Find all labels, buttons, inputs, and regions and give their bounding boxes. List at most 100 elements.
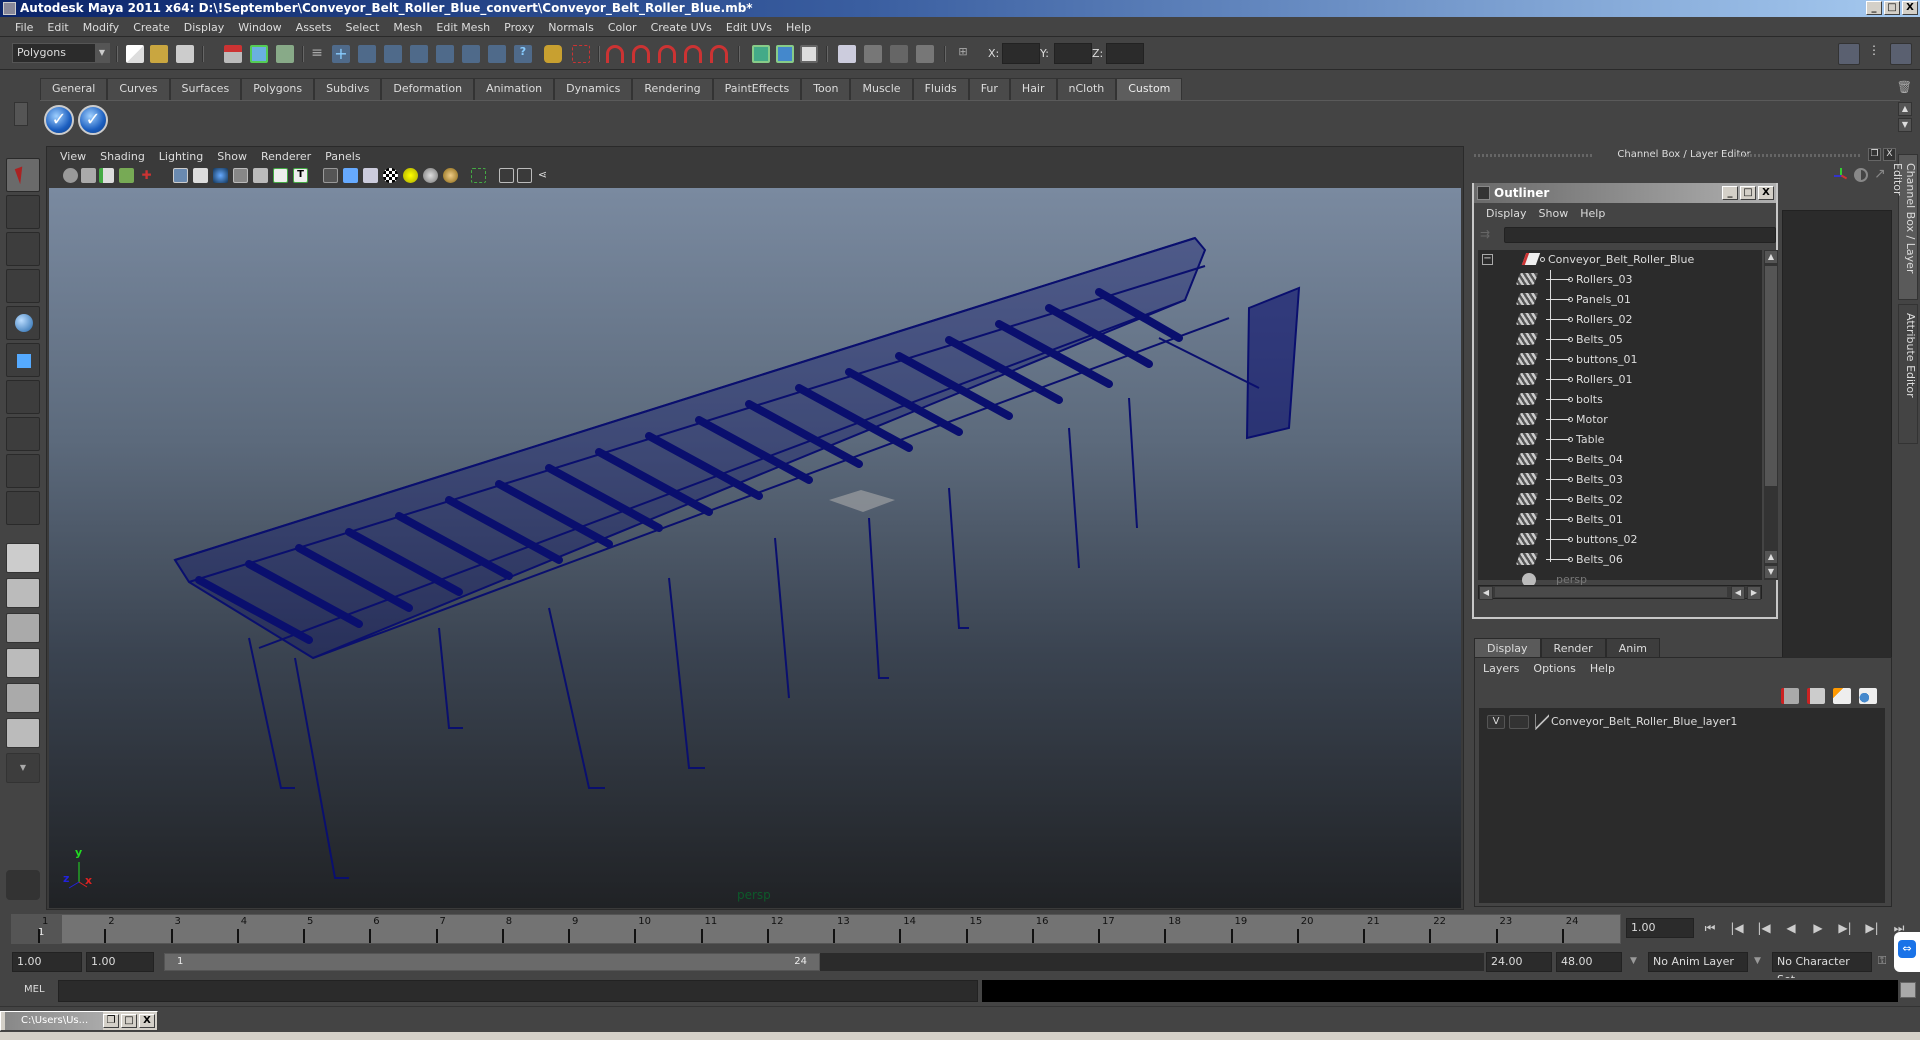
close-button[interactable]: X	[139, 1014, 155, 1028]
soft-modification-icon[interactable]	[6, 417, 40, 451]
four-pane-layout-icon[interactable]	[6, 578, 40, 608]
snap-point-icon[interactable]	[384, 45, 402, 63]
make-live-icon[interactable]	[436, 45, 454, 63]
menu-edit-mesh[interactable]: Edit Mesh	[429, 21, 497, 34]
smooth-shade-icon[interactable]	[343, 168, 358, 183]
maximize-button[interactable]: □	[121, 1014, 137, 1028]
film-gate-icon[interactable]	[193, 168, 208, 183]
character-set-dropdown[interactable]: No Character Set	[1772, 952, 1872, 986]
3d-viewport[interactable]: y x z persp	[49, 188, 1461, 908]
shelf-scroll-down-icon[interactable]: ▼	[1898, 118, 1912, 132]
show-manipulator-icon[interactable]	[6, 454, 40, 488]
history-icon[interactable]	[462, 45, 480, 63]
script-editor-icon[interactable]	[1900, 982, 1916, 998]
last-tool-icon[interactable]	[6, 491, 40, 525]
menu-assets[interactable]: Assets	[289, 21, 339, 34]
outliner-item[interactable]: Rollers_03	[1478, 270, 1758, 290]
scroll-thumb[interactable]	[1765, 266, 1777, 486]
clapper-icon[interactable]	[890, 45, 908, 63]
chevron-down-icon[interactable]: ▼	[1754, 956, 1761, 966]
gate-mask-icon[interactable]	[233, 168, 248, 183]
shelf-tab-ncloth[interactable]: nCloth	[1056, 78, 1117, 100]
menu-normals[interactable]: Normals	[541, 21, 601, 34]
layer-row[interactable]: V Conveyor_Belt_Roller_Blue_layer1	[1479, 712, 1885, 732]
select-component-icon[interactable]	[276, 45, 294, 63]
outliner-item[interactable]: bolts	[1478, 390, 1758, 410]
shelf-tab-painteffects[interactable]: PaintEffects	[712, 78, 802, 100]
shelf-tab-toon[interactable]: Toon	[801, 78, 851, 100]
mel-input[interactable]	[58, 980, 978, 1002]
z-field[interactable]	[1106, 43, 1144, 64]
float-panel-button[interactable]: ❐	[1868, 148, 1881, 161]
outliner-menu-help[interactable]: Help	[1576, 207, 1613, 220]
current-time-marker[interactable]: 1	[12, 915, 62, 943]
menu-select[interactable]: Select	[338, 21, 386, 34]
layer-color-swatch[interactable]	[1535, 714, 1549, 730]
step-forward-key-button[interactable]: ▶|	[1833, 918, 1857, 938]
viewport-menu-shading[interactable]: Shading	[93, 150, 152, 163]
grid-icon[interactable]	[173, 168, 188, 183]
select-hierarchy-icon[interactable]	[224, 45, 242, 63]
move-layer-up-icon[interactable]	[1781, 688, 1799, 704]
teamviewer-widget[interactable]: ⇔	[1894, 932, 1920, 972]
share-icon[interactable]: ⋖	[535, 168, 550, 183]
shelf-menu-icon[interactable]	[14, 102, 28, 126]
play-forwards-button[interactable]: ▶	[1806, 918, 1830, 938]
menu-set-dropdown[interactable]: Polygons ▼	[12, 43, 110, 63]
hypershade-persp-layout-icon[interactable]	[6, 683, 40, 713]
close-panel-button[interactable]: X	[1883, 148, 1896, 161]
outliner-menu-show[interactable]: Show	[1535, 207, 1577, 220]
save-scene-icon[interactable]	[176, 45, 194, 63]
scroll-left-icon[interactable]: ◀	[1731, 586, 1745, 600]
scroll-down-icon[interactable]: ▼	[1764, 565, 1778, 579]
shadows-icon[interactable]	[443, 168, 458, 183]
shelf-tab-subdivs[interactable]: Subdivs	[314, 78, 382, 100]
render-view-icon[interactable]	[838, 45, 856, 63]
scroll-thumb[interactable]	[1495, 587, 1727, 597]
shelf-tab-animation[interactable]: Animation	[474, 78, 555, 100]
snap-curve-icon[interactable]	[358, 45, 376, 63]
outliner-item[interactable]: Belts_03	[1478, 470, 1758, 490]
safe-title-icon[interactable]: T	[293, 168, 308, 183]
persp-graph-layout-icon[interactable]	[6, 648, 40, 678]
scroll-up-icon[interactable]: ▲	[1764, 250, 1778, 264]
viewport-menu-view[interactable]: View	[53, 150, 93, 163]
shelf-tab-dynamics[interactable]: Dynamics	[554, 78, 633, 100]
y-field[interactable]	[1054, 43, 1092, 64]
outliner-item[interactable]: Belts_02	[1478, 490, 1758, 510]
key-icon[interactable]: ⚿	[1878, 954, 1886, 968]
x-field[interactable]	[1002, 43, 1040, 64]
coord-mode-icon[interactable]: ⊞	[954, 45, 972, 63]
new-scene-icon[interactable]	[126, 45, 144, 63]
layer-menu-options[interactable]: Options	[1533, 662, 1589, 675]
close-button[interactable]: X	[1902, 1, 1918, 15]
shelf-tab-hair[interactable]: Hair	[1009, 78, 1057, 100]
camera-icon[interactable]	[63, 168, 78, 183]
single-pane-layout-icon[interactable]	[6, 543, 40, 573]
layer-visibility-toggle[interactable]: V	[1487, 715, 1505, 729]
outliner-item[interactable]: Rollers_01	[1478, 370, 1758, 390]
outliner-item[interactable]: Belts_05	[1478, 330, 1758, 350]
shelf-tab-curves[interactable]: Curves	[107, 78, 170, 100]
outliner-item[interactable]: Belts_04	[1478, 450, 1758, 470]
menu-create-uvs[interactable]: Create UVs	[644, 21, 719, 34]
shelf-tab-polygons[interactable]: Polygons	[241, 78, 315, 100]
two-d-pan-zoom-icon[interactable]: ✚	[139, 168, 154, 183]
layer-tab-anim[interactable]: Anim	[1605, 638, 1660, 658]
scroll-left-icon[interactable]: ◀	[1479, 586, 1493, 600]
outliner-item[interactable]: Table	[1478, 430, 1758, 450]
layer-menu-help[interactable]: Help	[1590, 662, 1629, 675]
snap-grid-icon[interactable]: +	[332, 45, 350, 63]
menu-help[interactable]: Help	[779, 21, 818, 34]
move-tool-icon[interactable]	[6, 269, 40, 303]
outliner-horizontal-scrollbar[interactable]: ◀ ◀ ▶	[1478, 585, 1762, 600]
shelf-tab-general[interactable]: General	[40, 78, 108, 100]
magnet-icon[interactable]	[710, 45, 728, 63]
layer-type-toggle[interactable]	[1509, 715, 1529, 729]
xray-icon[interactable]	[499, 168, 514, 183]
viewport-menu-show[interactable]: Show	[210, 150, 254, 163]
menu-window[interactable]: Window	[231, 21, 288, 34]
field-chart-icon[interactable]	[253, 168, 268, 183]
side-tab-attribute-editor[interactable]: Attribute Editor	[1898, 304, 1918, 444]
outliner-item[interactable]: Belts_01	[1478, 510, 1758, 530]
